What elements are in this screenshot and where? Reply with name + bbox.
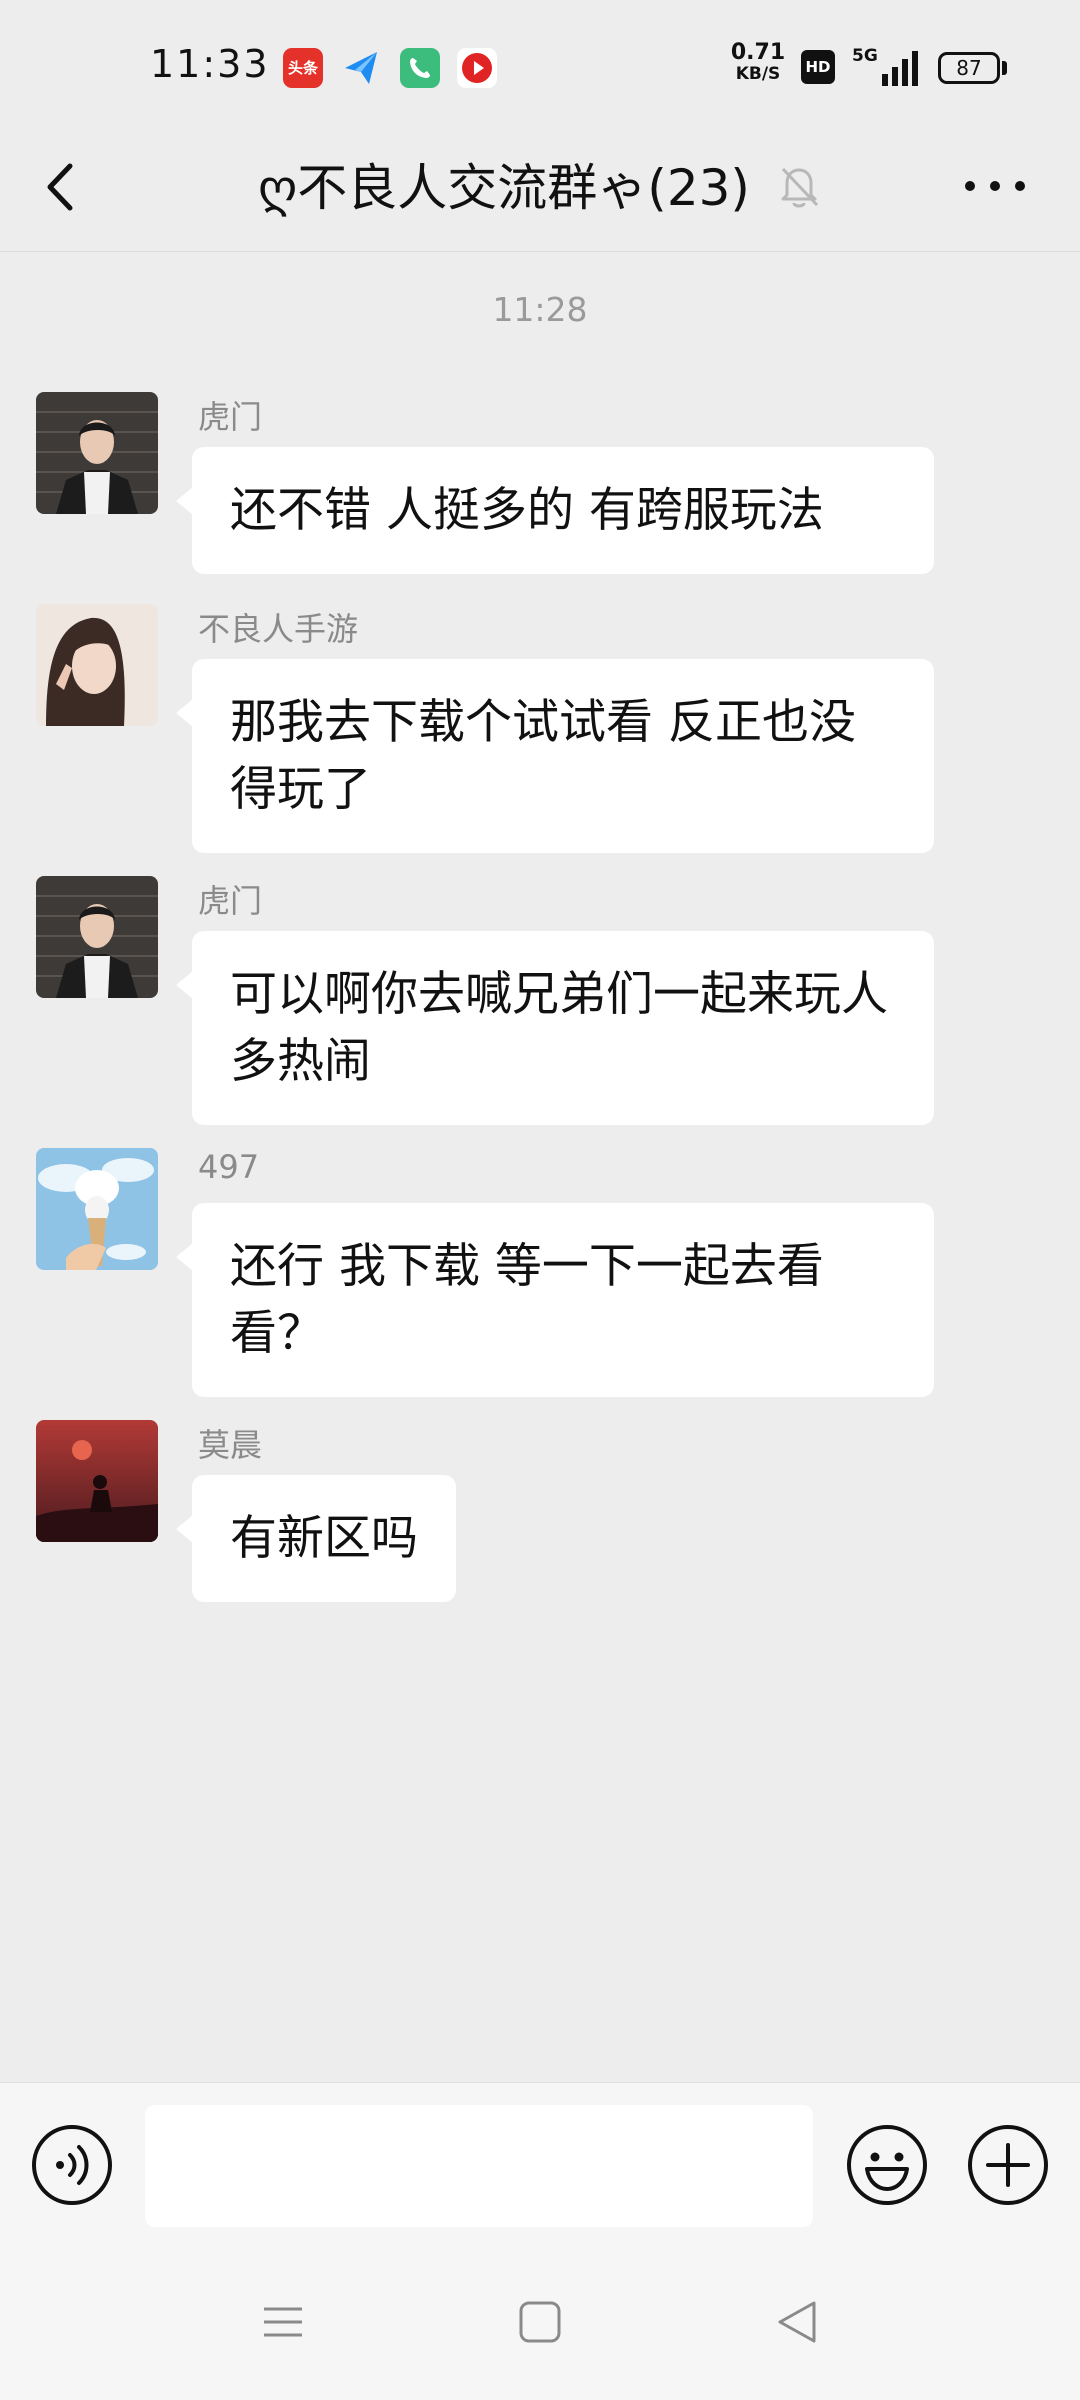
- message-input[interactable]: [145, 2105, 813, 2227]
- add-attachment-button[interactable]: [966, 2123, 1050, 2207]
- sender-name: 虎门: [198, 882, 263, 920]
- video-icon: [457, 48, 497, 88]
- avatar[interactable]: [36, 876, 158, 998]
- message-bubble[interactable]: 有新区吗: [176, 1475, 456, 1602]
- signal-icon: [882, 51, 918, 86]
- message-bubble[interactable]: 那我去下载个试试看 反正也没得玩了: [176, 659, 934, 853]
- status-time: 11:33: [150, 42, 270, 86]
- message-bubble[interactable]: 可以啊你去喊兄弟们一起来玩人多热闹: [176, 931, 934, 1125]
- emoji-button[interactable]: [845, 2123, 929, 2207]
- hd-badge: HD: [801, 50, 835, 84]
- battery-icon: 87: [938, 52, 1000, 84]
- voice-input-button[interactable]: [30, 2123, 114, 2207]
- message-timestamp: 11:28: [492, 290, 588, 329]
- mute-bell-icon: [781, 167, 819, 208]
- more-options-button[interactable]: [960, 156, 1030, 216]
- network-type: 5G: [852, 46, 878, 66]
- back-button[interactable]: [30, 152, 90, 222]
- input-bar: [0, 2082, 1080, 2247]
- avatar[interactable]: [36, 604, 158, 726]
- battery-tip: [1002, 61, 1007, 75]
- status-bar: 11:33 头条 0.71 KB/S HD 5G 87: [0, 0, 1080, 130]
- system-nav-bar: [0, 2247, 1080, 2400]
- net-speed-value: 0.71: [730, 40, 786, 65]
- toutiao-icon: 头条: [283, 48, 323, 88]
- message-bubble[interactable]: 还行 我下载 等一下一起去看看？: [176, 1203, 934, 1397]
- avatar[interactable]: [36, 1148, 158, 1270]
- nav-back-icon[interactable]: [772, 2295, 822, 2349]
- home-icon[interactable]: [514, 2295, 566, 2349]
- message-bubble[interactable]: 还不错 人挺多的 有跨服玩法: [176, 447, 934, 574]
- send-icon: [345, 52, 377, 84]
- recent-apps-icon[interactable]: [258, 2297, 308, 2347]
- net-speed: 0.71 KB/S: [728, 42, 788, 83]
- sender-name: 虎门: [198, 398, 263, 436]
- phone-icon: [400, 48, 440, 88]
- net-speed-unit: KB/S: [735, 64, 781, 84]
- sender-name: 莫晨: [198, 1426, 263, 1464]
- avatar[interactable]: [36, 392, 158, 514]
- sender-name: 497: [198, 1148, 260, 1186]
- chat-title[interactable]: ღ不良人交流群ゃ(23): [258, 148, 778, 228]
- sender-name: 不良人手游: [198, 610, 359, 648]
- avatar[interactable]: [36, 1420, 158, 1542]
- chat-header: ღ不良人交流群ゃ(23): [0, 130, 1080, 252]
